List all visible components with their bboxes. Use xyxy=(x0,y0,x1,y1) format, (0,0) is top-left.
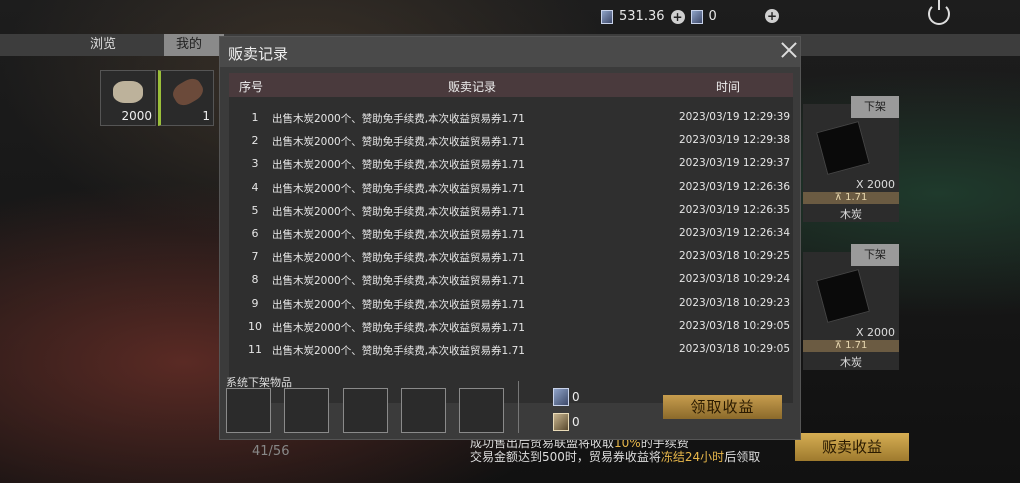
row-index: 6 xyxy=(251,227,259,240)
row-record: 出售木炭2000个、赞助免手续费,本次收益贸易券1.71 xyxy=(272,113,525,125)
item-count: 1 xyxy=(202,109,210,123)
row-index: 10 xyxy=(248,319,262,333)
tab-browse[interactable]: 浏览 xyxy=(78,34,128,56)
row-index: 7 xyxy=(251,250,259,264)
row-index: 8 xyxy=(251,273,259,287)
table-row: 9 出售木炭2000个、赞助免手续费,本次收益贸易券1.71 2023/03/18 … xyxy=(229,292,793,315)
col-index: 序号 xyxy=(239,80,264,94)
row-record: 出售木炭2000个、赞助免手续费,本次收益贸易券1.71 xyxy=(272,275,525,288)
table-row: 8 出售木炭2000个、赞助免手续费,本次收益贸易券1.71 2023/03/18 … xyxy=(229,268,793,291)
row-time: 2023/03/19 12:26:35 xyxy=(679,203,791,216)
tool-icon xyxy=(169,74,207,110)
listing-price: ⊼ 1.71 xyxy=(803,340,899,352)
listing-qty: X 2000 xyxy=(855,326,895,339)
row-index: 4 xyxy=(251,180,259,194)
tab-mine[interactable]: 我的 xyxy=(164,34,224,56)
row-index: 2 xyxy=(251,134,259,148)
table-header: 序号 贩卖记录 时间 xyxy=(229,73,793,97)
table-row: 3 出售木炭2000个、赞助免手续费,本次收益贸易券1.71 2023/03/19 … xyxy=(229,152,793,175)
row-time: 2023/03/18 10:29:25 xyxy=(679,250,791,263)
table-row: 1 出售木炭2000个、赞助免手续费,本次收益贸易券1.71 2023/03/19 … xyxy=(229,106,793,129)
ticket-amount: 0 xyxy=(572,415,580,429)
delisted-slot[interactable] xyxy=(343,388,388,433)
close-icon[interactable] xyxy=(781,42,797,58)
row-record: 出售木炭2000个、赞助免手续费,本次收益贸易券1.71 xyxy=(272,182,525,195)
currency-display: 531.36 + 0 xyxy=(601,9,717,24)
table-row: 5 出售木炭2000个、赞助免手续费,本次收益贸易券1.71 2023/03/19 … xyxy=(229,199,793,222)
power-icon[interactable] xyxy=(928,0,950,25)
trade-ticket-amount: 0 xyxy=(572,390,580,404)
row-record: 出售木炭2000个、赞助免手续费,本次收益贸易券1.71 xyxy=(272,321,525,334)
sales-record-dialog: 贩卖记录 序号 贩卖记录 时间 1 出售木炭2000个、赞助免手续费,本次收益贸易… xyxy=(219,36,801,440)
delist-button[interactable]: 下架 xyxy=(851,96,899,118)
row-index: 5 xyxy=(251,203,259,217)
listing-name: 木炭 xyxy=(840,356,862,369)
trade-ticket-icon xyxy=(601,9,613,24)
delisted-slot[interactable] xyxy=(226,388,271,433)
divider xyxy=(518,381,519,433)
ticket-icon xyxy=(690,9,703,24)
row-index: 3 xyxy=(251,157,259,171)
listing-count: 41/56 xyxy=(252,444,290,459)
add-currency-button[interactable]: + xyxy=(670,9,685,24)
table-row: 11 出售木炭2000个、赞助免手续费,本次收益贸易券1.71 2023/03/18… xyxy=(229,338,793,361)
collect-income-button[interactable]: 领取收益 xyxy=(663,395,782,419)
table-row: 6 出售木炭2000个、赞助免手续费,本次收益贸易券1.71 2023/03/19 … xyxy=(229,222,793,245)
record-table[interactable]: 序号 贩卖记录 时间 1 出售木炭2000个、赞助免手续费,本次收益贸易券1.71… xyxy=(229,73,793,403)
currency-amount: 531.36 xyxy=(619,9,665,24)
table-row: 7 出售木炭2000个、赞助免手续费,本次收益贸易券1.71 2023/03/18 … xyxy=(229,245,793,268)
row-index: 1 xyxy=(251,111,259,124)
ticket-icon xyxy=(553,413,569,431)
listing-card: 下架 X 2000 ⊼ 1.71 木炭 xyxy=(803,96,899,222)
row-record: 出售木炭2000个、赞助免手续费,本次收益贸易券1.71 xyxy=(272,136,525,149)
inventory-slot[interactable]: 2000 xyxy=(100,70,156,126)
row-time: 2023/03/19 12:26:36 xyxy=(679,180,791,193)
listing-price: ⊼ 1.71 xyxy=(803,192,899,204)
sell-income-button[interactable]: 贩卖收益 xyxy=(795,433,909,461)
table-row: 10 出售木炭2000个、赞助免手续费,本次收益贸易券1.71 2023/03/18… xyxy=(229,315,793,338)
fee-notice: 成功售出后贸易联盟将收取10%的手续费 交易金额达到500时，贸易券收益将冻结2… xyxy=(470,436,761,464)
trade-ticket-icon xyxy=(553,388,569,406)
row-record: 出售木炭2000个、赞助免手续费,本次收益贸易券1.71 xyxy=(272,229,525,241)
item-count: 2000 xyxy=(121,109,152,123)
row-time: 2023/03/18 10:29:23 xyxy=(679,296,791,309)
top-bar: 531.36 + 0 + xyxy=(0,0,1020,34)
row-time: 2023/03/19 12:29:37 xyxy=(679,157,791,170)
row-record: 出售木炭2000个、赞助免手续费,本次收益贸易券1.71 xyxy=(272,205,525,218)
charcoal-icon xyxy=(816,121,870,175)
delisted-slot[interactable] xyxy=(459,388,504,433)
add-ticket-button[interactable]: + xyxy=(765,9,779,23)
listing-qty: X 2000 xyxy=(855,178,895,191)
dialog-header: 贩卖记录 xyxy=(220,37,800,67)
inventory-slot[interactable]: 1 xyxy=(158,70,214,126)
row-time: 2023/03/18 10:29:24 xyxy=(679,273,791,286)
dialog-title: 贩卖记录 xyxy=(228,45,289,63)
col-record: 贩卖记录 xyxy=(448,80,497,94)
table-row: 2 出售木炭2000个、赞助免手续费,本次收益贸易券1.71 2023/03/19 … xyxy=(229,129,793,152)
row-time: 2023/03/18 10:29:05 xyxy=(679,319,791,332)
delisted-slot[interactable] xyxy=(401,388,446,433)
delist-button[interactable]: 下架 xyxy=(851,244,899,266)
row-record: 出售木炭2000个、赞助免手续费,本次收益贸易券1.71 xyxy=(272,252,525,265)
row-record: 出售木炭2000个、赞助免手续费,本次收益贸易券1.71 xyxy=(272,159,525,172)
row-time: 2023/03/19 12:26:34 xyxy=(679,227,791,239)
row-index: 11 xyxy=(248,343,262,356)
delisted-slot[interactable] xyxy=(284,388,329,433)
row-record: 出售木炭2000个、赞助免手续费,本次收益贸易券1.71 xyxy=(272,345,525,357)
row-time: 2023/03/18 10:29:05 xyxy=(679,343,791,355)
row-time: 2023/03/19 12:29:38 xyxy=(679,134,791,147)
charcoal-icon xyxy=(816,269,870,323)
row-record: 出售木炭2000个、赞助免手续费,本次收益贸易券1.71 xyxy=(272,298,525,311)
listing-card: 下架 X 2000 ⊼ 1.71 木炭 xyxy=(803,244,899,370)
ore-icon xyxy=(113,81,143,103)
row-index: 9 xyxy=(251,296,259,310)
listing-name: 木炭 xyxy=(840,208,862,221)
col-time: 时间 xyxy=(716,80,741,94)
row-time: 2023/03/19 12:29:39 xyxy=(679,111,791,123)
table-row: 4 出售木炭2000个、赞助免手续费,本次收益贸易券1.71 2023/03/19 … xyxy=(229,176,793,199)
ticket-amount: 0 xyxy=(708,9,717,24)
